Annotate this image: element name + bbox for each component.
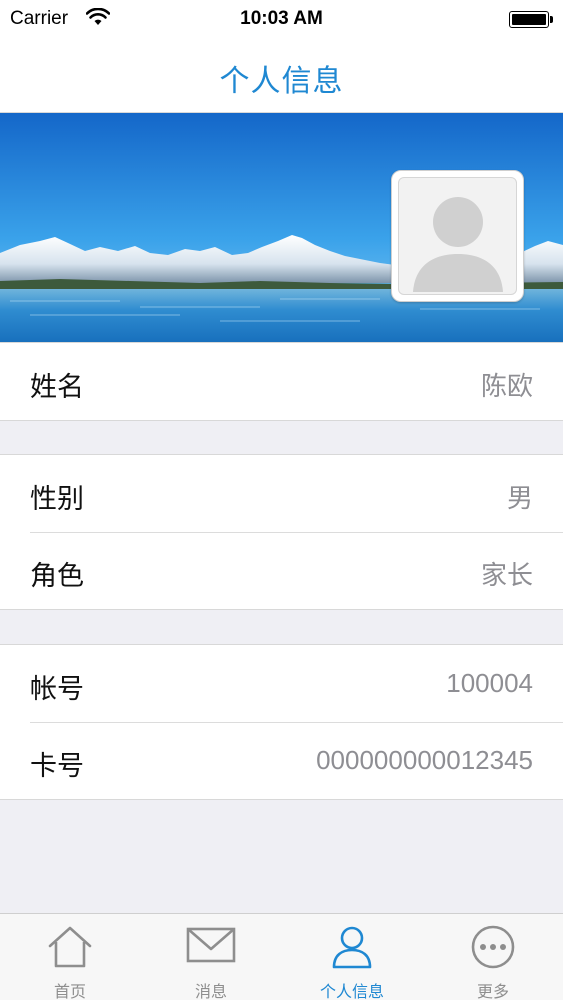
tab-home[interactable]: 首页: [0, 914, 140, 1000]
section-gender-role: 性别 男 角色 家长: [0, 454, 563, 610]
info-row-name: 姓名 陈欧: [0, 343, 563, 420]
row-value: 100004: [446, 668, 533, 698]
row-value: 000000000012345: [316, 745, 533, 775]
tab-more[interactable]: 更多: [423, 914, 563, 1000]
home-icon: [46, 924, 94, 974]
tab-messages[interactable]: 消息: [141, 914, 281, 1000]
info-row-role: 角色 家长: [0, 532, 563, 609]
more-icon: [470, 924, 516, 974]
row-label: 卡号: [30, 751, 84, 782]
row-value: 家长: [480, 560, 533, 590]
row-divider: [30, 722, 563, 723]
row-value: 陈欧: [480, 371, 533, 401]
row-label: 性别: [30, 484, 84, 515]
info-row-account: 帐号 100004: [0, 645, 563, 722]
mail-icon: [185, 924, 237, 970]
section-name: 姓名 陈欧: [0, 342, 563, 421]
row-value: 男: [506, 483, 533, 513]
avatar[interactable]: [391, 170, 524, 302]
info-row-card: 卡号 000000000012345: [0, 722, 563, 799]
tab-label: 个人信息: [319, 982, 384, 1000]
row-label: 帐号: [30, 674, 84, 705]
battery-icon: [509, 11, 553, 28]
navigation-bar: 个人信息: [0, 40, 563, 113]
tab-label: 首页: [53, 982, 86, 1000]
person-icon: [330, 924, 374, 974]
row-label: 角色: [30, 561, 84, 592]
tab-label: 消息: [194, 982, 227, 1000]
default-avatar-icon: [398, 177, 517, 295]
tab-profile[interactable]: 个人信息: [282, 914, 422, 1000]
clock: 10:03 AM: [240, 8, 323, 29]
row-label: 姓名: [30, 372, 84, 403]
info-row-gender: 性别 男: [0, 455, 563, 532]
tab-bar: 首页 消息 个人信息 更多: [0, 913, 563, 1000]
section-account: 帐号 100004 卡号 000000000012345: [0, 644, 563, 800]
status-bar: Carrier 10:03 AM: [0, 0, 563, 40]
page-title: 个人信息: [219, 64, 344, 99]
row-divider: [30, 532, 563, 533]
tab-label: 更多: [476, 982, 509, 1000]
